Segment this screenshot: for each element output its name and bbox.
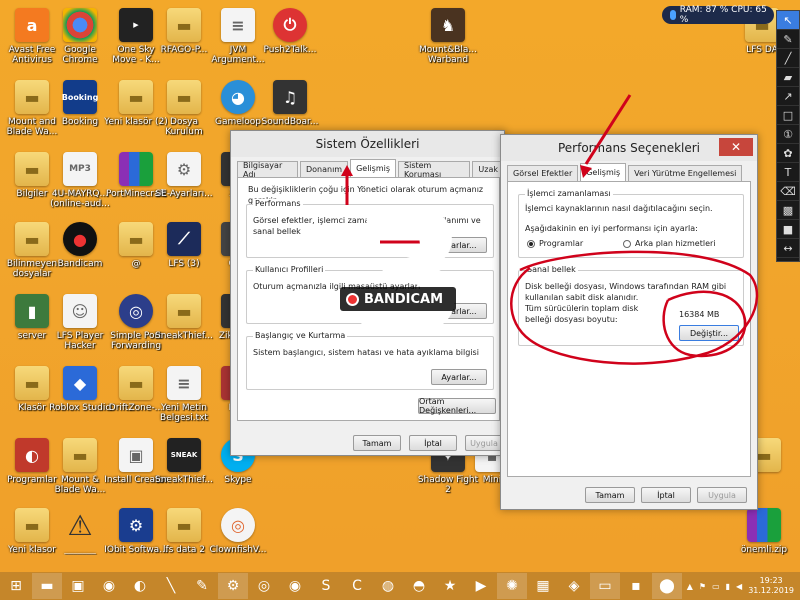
- taskbar-bandicam[interactable]: ⬤: [652, 573, 682, 599]
- arrow-head: [341, 165, 353, 176]
- app-icon: ◍: [381, 578, 395, 594]
- taskbar-settings[interactable]: ⚙: [218, 573, 248, 599]
- taskbar-chrome[interactable]: ◉: [94, 573, 124, 599]
- record-icon: [346, 292, 359, 306]
- network-icon[interactable]: ▮: [726, 582, 730, 591]
- chrome-icon: ◉: [102, 578, 116, 594]
- ccleaner-icon: C: [352, 578, 362, 594]
- app-icon: ▪: [631, 578, 641, 594]
- bandicam-watermark: BANDICAM: [340, 287, 456, 311]
- gear-icon: ⚙: [226, 578, 240, 594]
- tool-icon: ╲: [166, 578, 176, 594]
- clock[interactable]: 19:23 31.12.2019: [748, 576, 794, 596]
- taskbar-app[interactable]: ◉: [280, 573, 310, 599]
- play-icon: ▶: [475, 578, 487, 594]
- app-icon: ◉: [288, 578, 302, 594]
- windows-icon: ⊞: [10, 578, 22, 594]
- app-icon: ◈: [568, 578, 580, 594]
- skype-icon: S: [321, 578, 331, 594]
- taskbar-store[interactable]: ▣: [63, 573, 93, 599]
- taskbar-ccleaner[interactable]: C: [342, 573, 372, 599]
- paint-icon: ✎: [196, 578, 208, 594]
- razer-icon: ✺: [506, 578, 518, 594]
- taskbar-paint[interactable]: ✎: [187, 573, 217, 599]
- desktop: a Avast Free Antivirus ▬ Mount and Blade W…: [0, 0, 800, 572]
- clock-date: 31.12.2019: [748, 586, 794, 595]
- taskbar-steam[interactable]: ◐: [125, 573, 155, 599]
- taskbar-app[interactable]: ◈: [559, 573, 589, 599]
- taskbar-explorer[interactable]: ▬: [32, 573, 62, 599]
- step-number: 3: [350, 176, 469, 374]
- app-icon: ▦: [536, 578, 550, 594]
- tray-chevron-icon[interactable]: ▲: [687, 582, 693, 591]
- taskbar-tool[interactable]: ╲: [156, 573, 186, 599]
- taskbar-app[interactable]: ★: [435, 573, 465, 599]
- computer-icon: ▭: [598, 578, 612, 594]
- taskbar-app[interactable]: ◎: [249, 573, 279, 599]
- app-icon: ◎: [257, 578, 271, 594]
- taskbar-media[interactable]: ▶: [466, 573, 496, 599]
- taskbar-system-properties[interactable]: ▭: [590, 573, 620, 599]
- taskbar: ⊞ ▬ ▣ ◉ ◐ ╲ ✎ ⚙ ◎ ◉ S C ◍ ◓ ★ ▶ ✺ ▦ ◈ ▭ …: [0, 572, 800, 600]
- circle-annotation: [510, 250, 759, 365]
- taskbar-app[interactable]: ◓: [404, 573, 434, 599]
- steam-icon: ◐: [133, 578, 147, 594]
- record-icon: ⬤: [659, 578, 675, 594]
- star-icon: ★: [443, 578, 457, 594]
- flag-icon[interactable]: ⚑: [699, 582, 706, 591]
- app-icon: ◓: [412, 578, 426, 594]
- volume-icon[interactable]: ◀: [736, 582, 742, 591]
- taskbar-app[interactable]: ▪: [621, 573, 651, 599]
- start-button[interactable]: ⊞: [1, 573, 31, 599]
- monitor-icon[interactable]: ▭: [712, 582, 720, 591]
- store-icon: ▣: [71, 578, 85, 594]
- watermark-text: BANDICAM: [364, 291, 444, 307]
- clock-time: 19:23: [759, 576, 783, 585]
- circle-annotation: [662, 290, 747, 358]
- taskbar-app[interactable]: ◍: [373, 573, 403, 599]
- arrow-head: [580, 165, 592, 178]
- taskbar-app[interactable]: ▦: [528, 573, 558, 599]
- taskbar-skype[interactable]: S: [311, 573, 341, 599]
- taskbar-razer[interactable]: ✺: [497, 573, 527, 599]
- system-tray: ▲ ⚑ ▭ ▮ ◀ 19:23 31.12.2019: [687, 572, 794, 600]
- arrow-annotation: [584, 94, 632, 165]
- folder-icon: ▬: [40, 578, 54, 594]
